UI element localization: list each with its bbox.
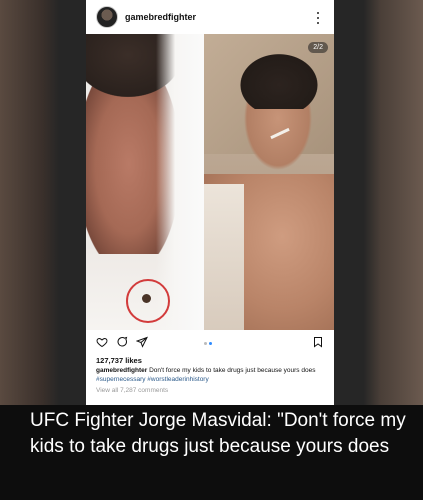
carousel-dot-active (209, 342, 212, 345)
comment-icon[interactable] (116, 336, 128, 348)
photo-right-panel: 2/2 (204, 34, 334, 330)
post-header: gamebredfighter (86, 0, 334, 34)
bookmark-icon[interactable] (312, 336, 324, 348)
view-all-comments-link[interactable]: View all 7,287 comments (96, 387, 168, 394)
likes-count[interactable]: 127,737 likes (96, 356, 142, 365)
post-username[interactable]: gamebredfighter (125, 12, 196, 22)
post-photo[interactable]: 2/2 (86, 34, 334, 330)
avatar[interactable] (96, 6, 118, 28)
carousel-dot (204, 342, 207, 345)
carousel-counter: 2/2 (308, 42, 328, 53)
caption-username[interactable]: gamebredfighter (96, 367, 147, 374)
pillow (204, 184, 244, 330)
send-icon[interactable] (136, 336, 148, 348)
hair (234, 49, 324, 109)
red-circle-marker (126, 279, 170, 323)
more-vertical-icon[interactable] (317, 12, 320, 24)
caption-hashtags[interactable]: #supernecessary #worstleaderinhistory (96, 376, 209, 383)
photo-left-panel (86, 34, 204, 330)
instagram-post: gamebredfighter 2/2 127,737 likes gamebr… (86, 0, 334, 405)
heart-icon[interactable] (96, 336, 108, 348)
post-actions (86, 334, 334, 354)
caption-text: Don't force my kids to take drugs just b… (147, 367, 316, 374)
headline: UFC Fighter Jorge Masvidal: "Don't force… (30, 410, 406, 457)
carousel-dots (204, 342, 212, 345)
post-caption: gamebredfighter Don't force my kids to t… (96, 366, 326, 384)
